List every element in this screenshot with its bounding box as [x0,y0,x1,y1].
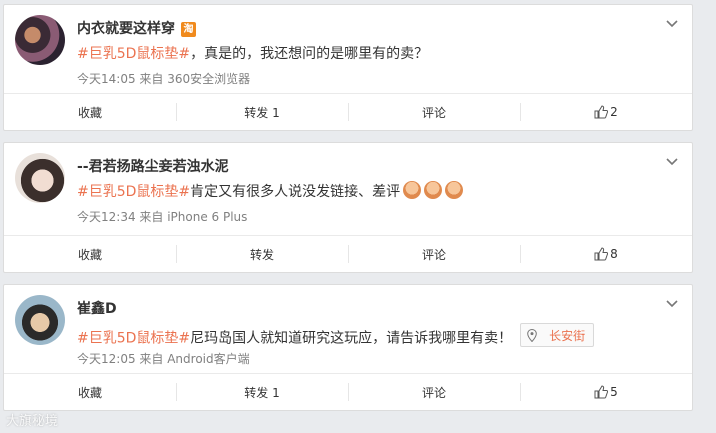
emoji-icon [403,181,422,199]
username[interactable]: 内衣就要这样穿淘 [77,18,196,38]
taobao-badge-icon: 淘 [181,22,196,37]
post-meta[interactable]: 今天12:34 来自 iPhone 6 Plus [77,208,247,225]
comment-label: 评论 [421,385,446,400]
post-body: 肯定又有很多人说没发链接、差评 [190,184,401,200]
post-card: --君若扬路尘妾若浊水泥 #巨乳5D鼠标垫#肯定又有很多人说没发链接、差评 今天… [3,142,693,273]
comment-button[interactable]: 评论 [348,374,520,410]
chevron-down-icon[interactable] [664,15,680,31]
like-button[interactable]: 5 [520,374,692,410]
like-count: 8 [610,247,618,261]
repost-label: 转发 [249,247,274,262]
chevron-down-icon[interactable] [664,153,680,169]
action-bar: 收藏 转发 1 评论 2 [4,93,692,130]
post-card: 内衣就要这样穿淘 #巨乳5D鼠标垫#，真是的，我还想问的是哪里有的卖？ 今天14… [3,4,693,131]
comment-button[interactable]: 评论 [348,94,520,130]
like-count: 5 [610,385,618,399]
collect-label: 收藏 [77,105,102,120]
post-meta[interactable]: 今天12:05 来自 Android客户端 [77,350,250,367]
like-button[interactable]: 2 [520,94,692,130]
post-card: 崔鑫D #巨乳5D鼠标垫#尼玛岛国人就知道研究这玩应，请告诉我哪里有卖！ 长安街 … [3,284,693,411]
post-meta[interactable]: 今天14:05 来自 360安全浏览器 [77,70,250,87]
post-text: #巨乳5D鼠标垫#肯定又有很多人说没发链接、差评 [77,181,464,201]
post-text: #巨乳5D鼠标垫#尼玛岛国人就知道研究这玩应，请告诉我哪里有卖！ 长安街 [77,323,595,348]
collect-label: 收藏 [77,385,102,400]
like-button[interactable]: 8 [520,236,692,272]
post-body: ，真是的，我还想问的是哪里有的卖？ [190,46,429,62]
thumbs-up-icon [594,105,609,119]
location-pin-icon [527,328,537,342]
username[interactable]: 崔鑫D [77,298,117,318]
comment-button[interactable]: 评论 [348,236,520,272]
location-tag[interactable]: 长安街 [520,323,595,347]
collect-button[interactable]: 收藏 [4,94,176,130]
username-text[interactable]: 内衣就要这样穿 [77,21,175,37]
collect-label: 收藏 [77,247,102,262]
collect-button[interactable]: 收藏 [4,236,176,272]
username[interactable]: --君若扬路尘妾若浊水泥 [77,156,229,176]
action-bar: 收藏 转发 评论 8 [4,235,692,272]
repost-button[interactable]: 转发 [176,236,348,272]
post-text: #巨乳5D鼠标垫#，真是的，我还想问的是哪里有的卖？ [77,43,428,63]
like-count: 2 [610,105,618,119]
thumbs-up-icon [594,247,609,261]
repost-button[interactable]: 转发 1 [176,374,348,410]
post-body: 尼玛岛国人就知道研究这玩应，请告诉我哪里有卖！ [190,330,513,347]
emoji-icon [424,181,443,199]
chevron-down-icon[interactable] [664,295,680,311]
collect-button[interactable]: 收藏 [4,374,176,410]
hashtag-link[interactable]: #巨乳5D鼠标垫# [77,184,190,200]
hashtag-link[interactable]: #巨乳5D鼠标垫# [77,331,190,347]
avatar[interactable] [15,15,65,65]
repost-label: 转发 1 [244,105,280,120]
action-bar: 收藏 转发 1 评论 5 [4,373,692,410]
avatar[interactable] [15,295,65,345]
hashtag-link[interactable]: #巨乳5D鼠标垫# [77,46,190,62]
emoji-icon [445,181,464,199]
watermark: 大旗秘境 [6,414,59,429]
avatar[interactable] [15,153,65,203]
repost-button[interactable]: 转发 1 [176,94,348,130]
comment-label: 评论 [421,105,446,120]
location-label: 长安街 [549,328,586,343]
repost-label: 转发 1 [244,385,280,400]
comment-label: 评论 [421,247,446,262]
thumbs-up-icon [594,385,609,399]
